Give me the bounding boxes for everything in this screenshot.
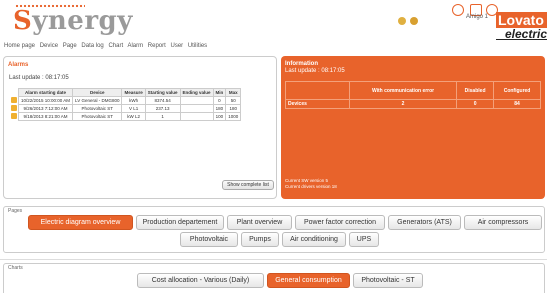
- alarm-warning-icon: [11, 97, 17, 103]
- table-cell: [179, 96, 214, 105]
- column-header: [285, 81, 350, 100]
- devices-status-table: With communication error Disabled Config…: [285, 81, 541, 109]
- table-cell: LV General - DMG800: [72, 96, 123, 105]
- menu-item-page[interactable]: Page: [63, 43, 77, 49]
- chart-button-photovoltaic-st[interactable]: Photovoltaic - ST: [353, 273, 423, 288]
- table-cell: 8374.54: [144, 96, 181, 105]
- drivers-version: Current drivers version 18: [285, 184, 337, 189]
- table-row[interactable]: 9/18/2013 8:21:00 AM Photovoltaic ST kW …: [17, 112, 242, 121]
- table-cell: 180: [212, 104, 227, 113]
- menu-item-data-log[interactable]: Data log: [81, 43, 103, 49]
- page-button-generators-ats[interactable]: Generators (ATS): [388, 215, 461, 230]
- table-cell: Photovoltaic ST: [72, 104, 123, 113]
- page-button-power-factor-correction[interactable]: Power factor correction: [295, 215, 385, 230]
- table-cell: 0: [212, 96, 227, 105]
- alarm-bell-icon[interactable]: [452, 4, 464, 16]
- sw-version: Current SW version 5: [285, 178, 329, 183]
- menu-item-utilities[interactable]: Utilities: [188, 43, 207, 49]
- disabled-count[interactable]: 0: [456, 99, 495, 109]
- lovato-logo: Lovato electric: [496, 12, 547, 40]
- section-divider: [0, 259, 547, 260]
- table-cell: [179, 104, 214, 113]
- table-cell: Photovoltaic ST: [72, 112, 123, 121]
- pages-section: Pages Electric diagram overview Producti…: [3, 206, 545, 253]
- lovato-logo-bottom: electric: [496, 28, 547, 40]
- table-cell: 50: [225, 96, 242, 105]
- menu-item-report[interactable]: Report: [148, 43, 166, 49]
- table-cell: 1000: [225, 112, 242, 121]
- table-cell: 180: [225, 104, 242, 113]
- table-cell: 100: [212, 112, 227, 121]
- show-complete-list-button[interactable]: Show complete list: [222, 180, 274, 190]
- header: Synergy Amigo 1 Lovato electric: [0, 0, 547, 40]
- alarms-panel: Alarms Last update : 08:17:05 Alarm star…: [3, 56, 277, 199]
- pages-label: Pages: [8, 208, 23, 214]
- column-header: Disabled: [456, 81, 495, 100]
- status-icon: [398, 16, 406, 25]
- table-row[interactable]: 10/22/2015 10:00:00 AM LV General - DMG8…: [17, 96, 242, 105]
- menu-item-home[interactable]: Home page: [4, 43, 35, 49]
- table-cell: 9/26/2013 7:12:00 AM: [17, 104, 74, 113]
- alarms-title: Alarms: [8, 62, 29, 68]
- menu-item-chart[interactable]: Chart: [108, 43, 123, 49]
- alarms-last-update: Last update : 08:17:05: [9, 75, 69, 81]
- column-header: Device: [72, 88, 123, 97]
- table-row[interactable]: 9/26/2013 7:12:00 AM Photovoltaic ST V L…: [17, 104, 242, 113]
- table-cell: kW L2: [121, 112, 146, 121]
- alarms-table-header-row: Alarm starting date Device Measure Start…: [17, 88, 242, 97]
- information-last-update: Last update : 08:17:05: [285, 68, 345, 74]
- table-cell: kWh: [121, 96, 146, 105]
- table-cell: [179, 112, 214, 121]
- configured-count[interactable]: 84: [493, 99, 541, 109]
- page-button-air-compressors[interactable]: Air compressors: [464, 215, 542, 230]
- table-cell: 10/22/2015 10:00:00 AM: [17, 96, 74, 105]
- chart-button-cost-allocation[interactable]: Cost allocation - Various (Daily): [137, 273, 264, 288]
- page-button-pumps[interactable]: Pumps: [241, 232, 279, 247]
- header-status-icons: [398, 16, 419, 25]
- column-header: Ending value: [179, 88, 214, 97]
- information-panel: Information Last update : 08:17:05 With …: [281, 56, 545, 199]
- information-title: Information: [285, 61, 318, 67]
- column-header: Max: [225, 88, 242, 97]
- alarms-table: Alarm starting date Device Measure Start…: [17, 88, 242, 121]
- devices-row-label: Devices: [285, 99, 350, 109]
- alarm-warning-icon: [11, 113, 17, 119]
- table-cell: 1: [144, 112, 181, 121]
- logo-text: Synergy: [13, 6, 133, 36]
- column-header: Configured: [493, 81, 541, 100]
- charts-section: Charts Cost allocation - Various (Daily)…: [3, 263, 545, 293]
- menu-item-user[interactable]: User: [170, 43, 183, 49]
- page-button-electric-diagram-overview[interactable]: Electric diagram overview: [28, 215, 133, 230]
- menu-item-device[interactable]: Device: [40, 43, 58, 49]
- page-button-plant-overview[interactable]: Plant overview: [227, 215, 292, 230]
- table-row: Devices 2 0 84: [285, 99, 541, 109]
- alarm-status-icon: [410, 16, 419, 25]
- main-menu: Home page Device Page Data log Chart Ala…: [4, 43, 210, 49]
- menu-item-alarm[interactable]: Alarm: [127, 43, 143, 49]
- column-header: Starting value: [144, 88, 181, 97]
- chart-button-general-consumption[interactable]: General consumption: [267, 273, 350, 288]
- page-button-air-conditioning[interactable]: Air conditioning: [282, 232, 346, 247]
- comm-error-count[interactable]: 2: [348, 99, 458, 109]
- column-header: With communication error: [348, 81, 458, 100]
- table-cell: 237.13: [144, 104, 181, 113]
- page-button-ups[interactable]: UPS: [349, 232, 379, 247]
- charts-label: Charts: [8, 265, 23, 271]
- table-cell: 9/18/2013 8:21:00 AM: [17, 112, 74, 121]
- page-button-production-departement[interactable]: Production departement: [136, 215, 224, 230]
- column-header: Min: [212, 88, 227, 97]
- user-name[interactable]: Amigo 1: [466, 14, 488, 20]
- alarm-warning-icon: [11, 105, 17, 111]
- devices-table-header-row: With communication error Disabled Config…: [285, 81, 541, 100]
- lovato-logo-top: Lovato: [496, 12, 547, 28]
- table-cell: V L1: [121, 104, 146, 113]
- page-button-photovoltaic[interactable]: Photovoltaic: [180, 232, 238, 247]
- column-header: Measure: [121, 88, 146, 97]
- column-header: Alarm starting date: [17, 88, 74, 97]
